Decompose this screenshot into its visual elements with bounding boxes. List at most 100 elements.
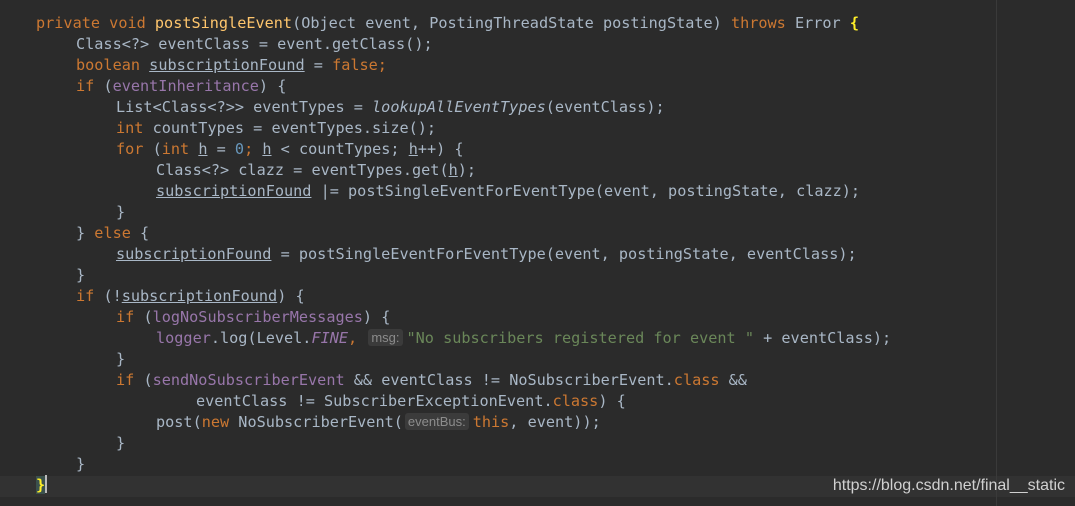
method-call: .log(Level. bbox=[210, 329, 312, 347]
code-line-18[interactable]: if (sendNoSubscriberEvent && eventClass … bbox=[36, 370, 891, 391]
brace: } bbox=[76, 455, 86, 473]
keyword: class bbox=[552, 392, 599, 410]
keyword: this bbox=[472, 413, 510, 431]
keyword: if bbox=[116, 308, 135, 326]
code-block[interactable]: private void postSingleEvent(Object even… bbox=[36, 13, 891, 496]
keyword: int bbox=[116, 119, 144, 137]
statement-end: ); bbox=[457, 161, 477, 179]
code-line-10[interactable]: } bbox=[36, 202, 891, 223]
keyword: for bbox=[116, 140, 144, 158]
matched-brace: } bbox=[36, 476, 46, 494]
exception-type: Error bbox=[785, 14, 850, 32]
keyword: class bbox=[673, 371, 720, 389]
keyword: if bbox=[76, 77, 95, 95]
code-line-21[interactable]: } bbox=[36, 433, 891, 454]
code-line-5[interactable]: List<Class<?>> eventTypes = lookupAllEve… bbox=[36, 97, 891, 118]
code-line-4[interactable]: if (eventInheritance) { bbox=[36, 76, 891, 97]
condition: eventClass != SubscriberExceptionEvent. bbox=[196, 392, 553, 410]
keyword: if bbox=[116, 371, 135, 389]
watermark: https://blog.csdn.net/final__static bbox=[832, 477, 1065, 494]
condition: < countTypes; bbox=[271, 140, 409, 158]
paren: ) { bbox=[362, 308, 391, 326]
code-line-17[interactable]: } bbox=[36, 349, 891, 370]
keyword: void bbox=[109, 14, 146, 32]
keyword: false bbox=[332, 56, 378, 74]
brace: } bbox=[76, 266, 86, 284]
code-line-7[interactable]: for (int h = 0; h < countTypes; h++) { bbox=[36, 139, 891, 160]
field: eventInheritance bbox=[112, 77, 259, 95]
statement-end: , event)); bbox=[509, 413, 601, 431]
method-name: postSingleEvent bbox=[154, 14, 293, 32]
paren: ) { bbox=[258, 77, 287, 95]
brace: { bbox=[130, 224, 150, 242]
code-line-8[interactable]: Class<?> clazz = eventTypes.get(h); bbox=[36, 160, 891, 181]
code-line-22[interactable]: } bbox=[36, 454, 891, 475]
arguments: (eventClass); bbox=[545, 98, 665, 116]
code-line-19[interactable]: eventClass != SubscriberExceptionEvent.c… bbox=[36, 391, 891, 412]
code-line-16[interactable]: logger.log(Level.FINE, msg: "No subscribe… bbox=[36, 328, 891, 349]
field: logger bbox=[156, 329, 211, 347]
field: logNoSubscriberMessages bbox=[152, 308, 363, 326]
code-line-9[interactable]: subscriptionFound |= postSingleEventForE… bbox=[36, 181, 891, 202]
static-method-call: lookupAllEventTypes bbox=[372, 98, 546, 116]
statement: = postSingleEventForEventType(event, pos… bbox=[271, 245, 857, 263]
code-line-6[interactable]: int countTypes = eventTypes.size(); bbox=[36, 118, 891, 139]
semicolon: ; bbox=[377, 56, 387, 74]
right-margin-guide bbox=[996, 0, 997, 506]
brace: } bbox=[116, 434, 126, 452]
paren: ) { bbox=[598, 392, 626, 410]
code-line-1[interactable]: private void postSingleEvent(Object even… bbox=[36, 13, 891, 34]
matched-brace: { bbox=[849, 14, 860, 32]
statement: Class<?> eventClass = event.getClass(); bbox=[76, 35, 433, 53]
code-editor[interactable]: private void postSingleEvent(Object even… bbox=[0, 0, 1075, 506]
keyword: throws bbox=[730, 14, 786, 32]
keyword: if bbox=[76, 287, 95, 305]
constructor-call: NoSubscriberEvent( bbox=[229, 413, 403, 431]
paren: ( bbox=[94, 77, 113, 95]
variable: h bbox=[408, 140, 418, 158]
variable: subscriptionFound bbox=[121, 287, 278, 305]
operator: && bbox=[719, 371, 747, 389]
brace: } bbox=[76, 224, 95, 242]
parameter-hint: eventBus: bbox=[404, 413, 469, 430]
semicolon: ; bbox=[244, 140, 263, 158]
field: sendNoSubscriberEvent bbox=[152, 371, 345, 389]
keyword: new bbox=[201, 413, 230, 431]
code-line-12[interactable]: subscriptionFound = postSingleEventForEv… bbox=[36, 244, 891, 265]
paren: (! bbox=[94, 287, 122, 305]
statement: countTypes = eventTypes.size(); bbox=[143, 119, 437, 137]
code-line-23[interactable]: } bbox=[36, 475, 891, 496]
code-line-2[interactable]: Class<?> eventClass = event.getClass(); bbox=[36, 34, 891, 55]
parameter-hint: msg: bbox=[368, 329, 403, 346]
method-params: (Object event, PostingThreadState postin… bbox=[292, 14, 731, 32]
variable: subscriptionFound bbox=[149, 56, 305, 74]
number: 0 bbox=[234, 140, 245, 158]
code-line-11[interactable]: } else { bbox=[36, 223, 891, 244]
statement: Class<?> clazz = eventTypes.get( bbox=[156, 161, 449, 179]
comma: , bbox=[348, 329, 367, 347]
paren: ( bbox=[134, 371, 153, 389]
code-line-3[interactable]: boolean subscriptionFound = false; bbox=[36, 55, 891, 76]
code-line-15[interactable]: if (logNoSubscriberMessages) { bbox=[36, 307, 891, 328]
code-line-20[interactable]: post(new NoSubscriberEvent(eventBus: this… bbox=[36, 412, 891, 433]
brace: } bbox=[116, 350, 126, 368]
paren: ( bbox=[134, 308, 153, 326]
static-constant: FINE bbox=[311, 329, 349, 347]
declaration: List<Class<?>> eventTypes = bbox=[116, 98, 373, 116]
keyword: int bbox=[161, 140, 190, 158]
method-call: post( bbox=[156, 413, 202, 431]
string-literal: "No subscribers registered for event " bbox=[406, 329, 754, 347]
statement-end: + eventClass); bbox=[753, 329, 892, 347]
condition: && eventClass != NoSubscriberEvent. bbox=[344, 371, 674, 389]
variable: subscriptionFound bbox=[156, 182, 312, 200]
text-caret bbox=[45, 475, 48, 493]
code-line-14[interactable]: if (!subscriptionFound) { bbox=[36, 286, 891, 307]
keyword: boolean bbox=[76, 56, 141, 74]
brace: } bbox=[116, 203, 126, 221]
code-line-13[interactable]: } bbox=[36, 265, 891, 286]
variable: h bbox=[448, 161, 458, 179]
increment: ++) { bbox=[417, 140, 464, 158]
operator: = bbox=[304, 56, 333, 74]
paren: ) { bbox=[277, 287, 305, 305]
